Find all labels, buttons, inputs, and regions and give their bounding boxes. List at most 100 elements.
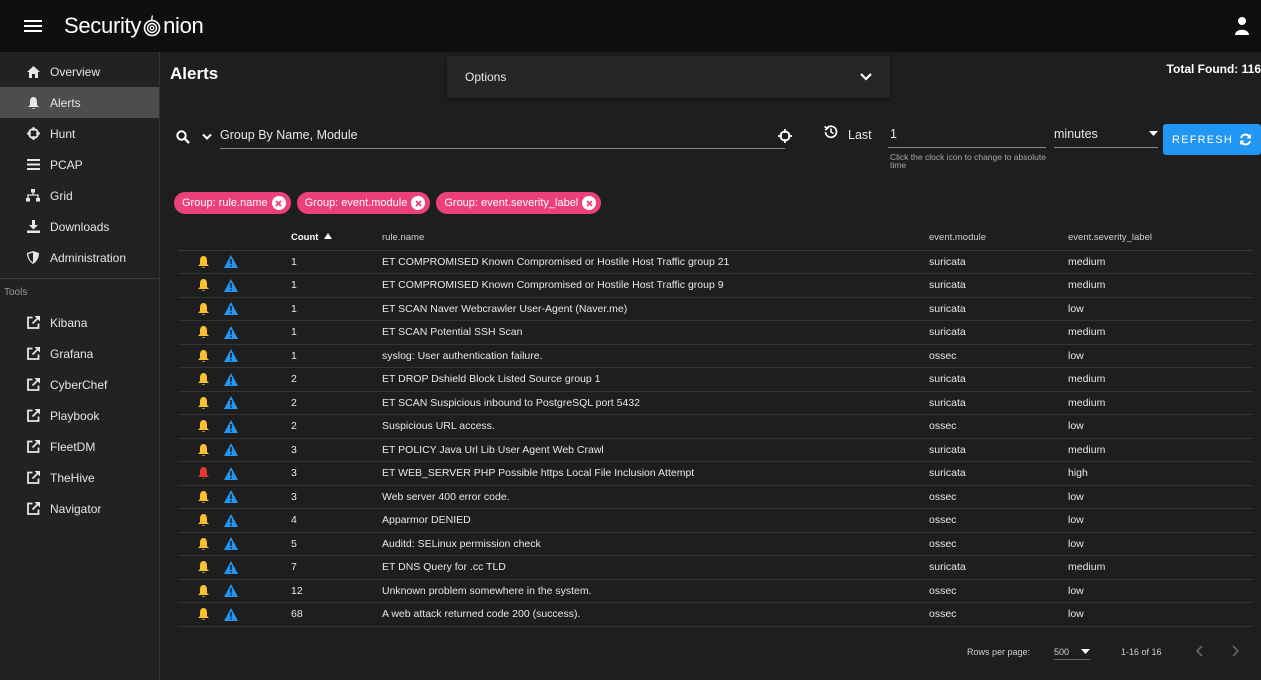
rows-per-page-select[interactable]: 500: [1054, 644, 1090, 660]
cell-event-severity[interactable]: low: [1068, 485, 1253, 509]
table-row[interactable]: 1 ET COMPROMISED Known Compromised or Hos…: [178, 273, 1253, 298]
sidebar-item-administration[interactable]: Administration: [0, 242, 159, 273]
cell-event-module[interactable]: ossec: [929, 602, 1068, 627]
cell-event-module[interactable]: suricata: [929, 367, 1068, 392]
chip-group-event-module[interactable]: Group: event.module: [296, 192, 431, 214]
cell-event-module[interactable]: ossec: [929, 579, 1068, 603]
cell-rule-name[interactable]: Apparmor DENIED: [382, 508, 929, 533]
chip-group-event-severity-label[interactable]: Group: event.severity_label: [436, 192, 602, 214]
sidebar-item-hunt[interactable]: Hunt: [0, 118, 159, 149]
table-row[interactable]: 12 Unknown problem somewhere in the syste…: [178, 579, 1253, 603]
cell-event-module[interactable]: ossec: [929, 344, 1068, 368]
cell-event-module[interactable]: suricata: [929, 438, 1068, 462]
warning-triangle-icon[interactable]: [224, 419, 238, 433]
cell-event-module[interactable]: ossec: [929, 532, 1068, 556]
cell-event-module[interactable]: suricata: [929, 391, 1068, 415]
table-row[interactable]: 3 ET WEB_SERVER PHP Possible https Local …: [178, 461, 1253, 486]
chevron-left-icon[interactable]: [1193, 644, 1207, 658]
cell-event-module[interactable]: suricata: [929, 320, 1068, 345]
bell-icon[interactable]: [196, 607, 210, 621]
cell-rule-name[interactable]: ET SCAN Potential SSH Scan: [382, 320, 929, 345]
sidebar-item-grid[interactable]: Grid: [0, 180, 159, 211]
warning-triangle-icon[interactable]: [224, 372, 238, 386]
cell-rule-name[interactable]: ET WEB_SERVER PHP Possible https Local F…: [382, 461, 929, 486]
cell-event-module[interactable]: suricata: [929, 250, 1068, 274]
cell-rule-name[interactable]: A web attack returned code 200 (success)…: [382, 602, 929, 627]
cell-event-severity[interactable]: low: [1068, 602, 1253, 627]
table-row[interactable]: 3 ET POLICY Java Url Lib User Agent Web C…: [178, 438, 1253, 462]
cell-event-severity[interactable]: low: [1068, 297, 1253, 321]
cell-event-module[interactable]: suricata: [929, 555, 1068, 580]
bell-icon[interactable]: [196, 443, 210, 457]
bell-icon[interactable]: [196, 537, 210, 551]
tool-cyberchef[interactable]: CyberChef: [0, 369, 159, 400]
cell-event-severity[interactable]: medium: [1068, 438, 1253, 462]
header-rule-name[interactable]: rule.name: [382, 226, 929, 251]
bell-icon[interactable]: [196, 302, 210, 316]
cell-event-module[interactable]: ossec: [929, 414, 1068, 439]
tool-navigator[interactable]: Navigator: [0, 493, 159, 524]
warning-triangle-icon[interactable]: [224, 537, 238, 551]
query-input[interactable]: [220, 125, 785, 149]
bell-icon[interactable]: [196, 325, 210, 339]
chip-group-rule-name[interactable]: Group: rule.name: [174, 192, 291, 214]
options-expander[interactable]: Options: [447, 56, 890, 98]
refresh-button[interactable]: REFRESH: [1163, 124, 1261, 155]
bell-icon[interactable]: [196, 372, 210, 386]
time-unit-select[interactable]: minutes: [1054, 124, 1158, 148]
cell-event-module[interactable]: suricata: [929, 273, 1068, 298]
table-row[interactable]: 1 ET COMPROMISED Known Compromised or Hos…: [178, 250, 1253, 274]
warning-triangle-icon[interactable]: [224, 325, 238, 339]
cell-event-module[interactable]: suricata: [929, 461, 1068, 486]
cell-event-severity[interactable]: low: [1068, 508, 1253, 533]
search-icon[interactable]: [176, 130, 190, 144]
cell-event-severity[interactable]: low: [1068, 344, 1253, 368]
sidebar-item-alerts[interactable]: Alerts: [0, 87, 159, 118]
cell-event-severity[interactable]: low: [1068, 579, 1253, 603]
tool-grafana[interactable]: Grafana: [0, 338, 159, 369]
bell-icon[interactable]: [196, 396, 210, 410]
table-row[interactable]: 1 ET SCAN Potential SSH Scan suricata mediu…: [178, 320, 1253, 345]
warning-triangle-icon[interactable]: [224, 584, 238, 598]
bell-icon[interactable]: [196, 490, 210, 504]
table-row[interactable]: 2 Suspicious URL access. ossec low: [178, 414, 1253, 439]
cell-rule-name[interactable]: syslog: User authentication failure.: [382, 344, 929, 368]
cell-event-severity[interactable]: medium: [1068, 391, 1253, 415]
cell-event-severity[interactable]: high: [1068, 461, 1253, 486]
warning-triangle-icon[interactable]: [224, 466, 238, 480]
cell-rule-name[interactable]: Auditd: SELinux permission check: [382, 532, 929, 556]
relative-time-value-input[interactable]: [888, 124, 1046, 148]
table-row[interactable]: 4 Apparmor DENIED ossec low: [178, 508, 1253, 533]
close-circle-icon[interactable]: [411, 196, 426, 210]
bell-icon[interactable]: [196, 466, 210, 480]
user-icon[interactable]: [1235, 16, 1249, 36]
bell-icon[interactable]: [196, 278, 210, 292]
tool-kibana[interactable]: Kibana: [0, 307, 159, 338]
cell-rule-name[interactable]: ET DROP Dshield Block Listed Source grou…: [382, 367, 929, 392]
close-circle-icon[interactable]: [582, 196, 597, 210]
cell-rule-name[interactable]: Web server 400 error code.: [382, 485, 929, 509]
cell-rule-name[interactable]: Unknown problem somewhere in the system.: [382, 579, 929, 603]
crosshair-icon[interactable]: [778, 129, 792, 143]
sidebar-item-downloads[interactable]: Downloads: [0, 211, 159, 242]
table-row[interactable]: 2 ET DROP Dshield Block Listed Source gro…: [178, 367, 1253, 392]
sidebar-item-pcap[interactable]: PCAP: [0, 149, 159, 180]
table-row[interactable]: 68 A web attack returned code 200 (succes…: [178, 602, 1253, 627]
cell-rule-name[interactable]: ET COMPROMISED Known Compromised or Host…: [382, 250, 929, 274]
bell-icon[interactable]: [196, 584, 210, 598]
tool-thehive[interactable]: TheHive: [0, 462, 159, 493]
cell-event-module[interactable]: ossec: [929, 508, 1068, 533]
warning-triangle-icon[interactable]: [224, 607, 238, 621]
warning-triangle-icon[interactable]: [224, 255, 238, 269]
bell-icon[interactable]: [196, 560, 210, 574]
cell-event-severity[interactable]: low: [1068, 532, 1253, 556]
warning-triangle-icon[interactable]: [224, 278, 238, 292]
chevron-right-icon[interactable]: [1228, 644, 1242, 658]
history-clock-icon[interactable]: [824, 125, 838, 139]
warning-triangle-icon[interactable]: [224, 349, 238, 363]
cell-event-severity[interactable]: medium: [1068, 367, 1253, 392]
cell-event-severity[interactable]: medium: [1068, 320, 1253, 345]
warning-triangle-icon[interactable]: [224, 443, 238, 457]
table-row[interactable]: 2 ET SCAN Suspicious inbound to PostgreSQ…: [178, 391, 1253, 415]
warning-triangle-icon[interactable]: [224, 560, 238, 574]
